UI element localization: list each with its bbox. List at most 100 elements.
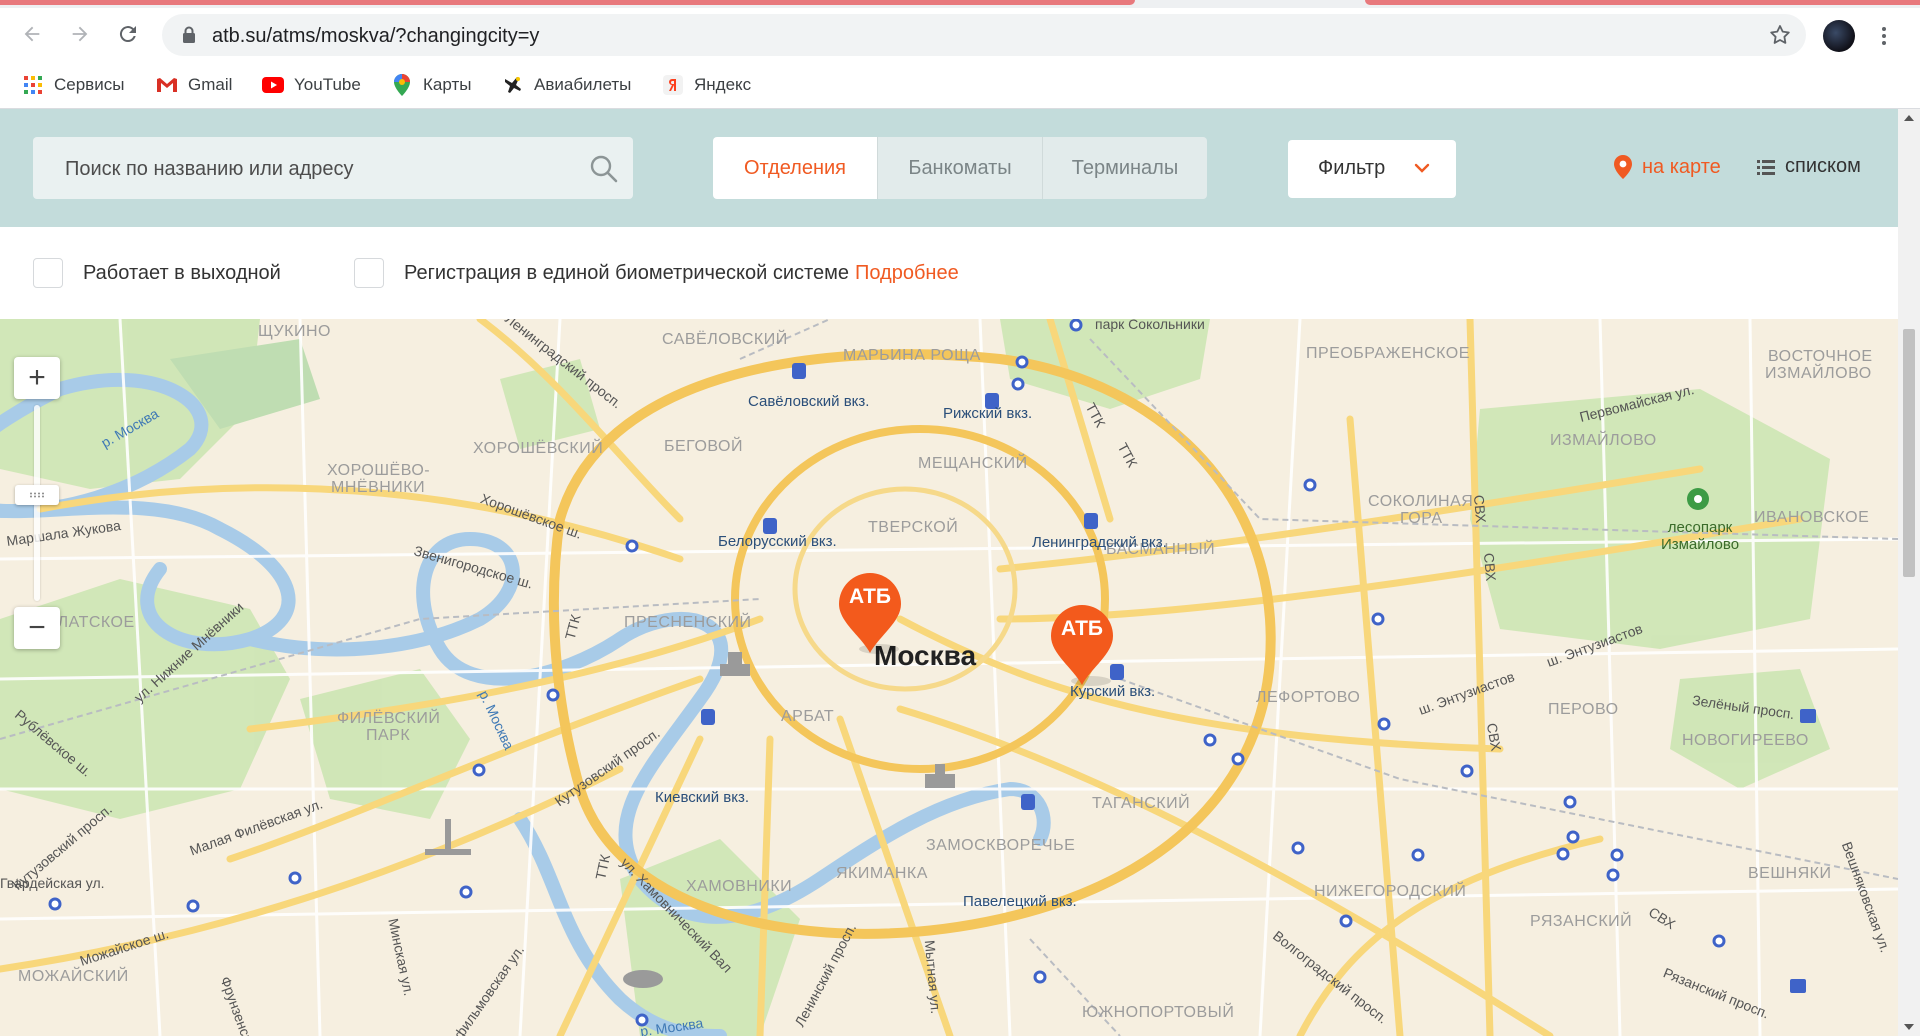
map-district-label: ПРЕОБРАЖЕНСКОЕ (1306, 345, 1470, 362)
profile-avatar[interactable] (1823, 20, 1855, 52)
bookmark-gmail[interactable]: Gmail (156, 72, 232, 98)
scrollbar-thumb[interactable] (1903, 329, 1915, 577)
apps-grid-icon (22, 74, 44, 96)
back-button[interactable] (14, 16, 50, 52)
filter-label: Фильтр (1318, 157, 1386, 179)
tab-branches[interactable]: Отделения (713, 137, 877, 199)
reload-button[interactable] (110, 16, 146, 52)
atb-branch-marker[interactable]: АТБ (1049, 603, 1115, 687)
bookmarks-bar: Сервисы Gmail YouTube Карты Авиабилеты Я… (0, 62, 1920, 109)
zoom-slider-handle[interactable] (15, 485, 59, 505)
map-marker-pin-icon (839, 573, 901, 654)
map-district-label: СОКОЛИНАЯ (1368, 493, 1474, 510)
map-district-label: ХОРОШЁВО- (327, 462, 431, 479)
view-map-label: на карте (1642, 155, 1721, 178)
search-input[interactable] (63, 137, 587, 201)
tab-terminals[interactable]: Терминалы (1042, 137, 1207, 199)
map-district-label: ЮЖНОПОРТОВЫЙ (1082, 1004, 1235, 1021)
map-station-label: Киевский вкз. (655, 789, 749, 806)
map-view[interactable]: ЩУКИНО САВЁЛОВСКИЙ МАРЬИНА РОЩА ПРЕОБРАЖ… (0, 319, 1898, 1036)
map-district-label: МАРЬИНА РОЩА (843, 347, 981, 364)
map-district-label: ЗАМОСКВОРЕЧЬЕ (926, 837, 1076, 854)
bookmark-label: Gmail (188, 75, 233, 94)
view-as-list-toggle[interactable]: списком (1757, 155, 1861, 178)
map-district-label: НИЖЕГОРОДСКИЙ (1314, 883, 1467, 900)
map-district-label: ХОРОШЁВСКИЙ (473, 440, 604, 457)
map-marker-pin-icon (1051, 605, 1113, 686)
map-street-label: СВХ (1470, 494, 1490, 524)
zoom-out-button[interactable]: − (14, 607, 60, 649)
map-district-label: САВЁЛОВСКИЙ (662, 331, 788, 348)
marker-label: АТБ (848, 585, 892, 608)
map-station-label: Белорусский вкз. (718, 533, 837, 550)
bookmark-label: YouTube (294, 75, 361, 94)
map-district-label: АРБАТ (781, 708, 835, 725)
map-station-label: Павелецкий вкз. (963, 893, 1077, 910)
map-street-label: парк Сокольники (1095, 319, 1205, 332)
tab-atms[interactable]: Банкоматы (877, 137, 1042, 199)
map-district-label: ГОРА (1400, 510, 1443, 527)
url-text: atb.su/atms/moskva/?changingcity=y (212, 25, 540, 47)
map-district-label: ПЕРОВО (1548, 701, 1619, 718)
weekend-filter: Работает в выходной (33, 258, 281, 288)
bookmark-label: Яндекс (694, 75, 752, 94)
reload-icon (119, 26, 136, 43)
bookmark-label: Сервисы (54, 75, 125, 94)
map-station-label: Рижский вкз. (943, 405, 1033, 422)
location-type-tabs: Отделения Банкоматы Терминалы (713, 137, 1207, 199)
bookmark-yandex[interactable]: Яндекс (662, 72, 751, 98)
biometric-filter: Регистрация в единой биометрической сист… (354, 258, 959, 288)
map-district-label: ИЗМАЙЛОВО (1765, 365, 1872, 382)
map-district-label: НОВОГИРЕЕВО (1682, 732, 1809, 749)
more-info-link[interactable]: Подробнее (855, 262, 959, 285)
bookmark-aviatickets[interactable]: Авиабилеты (502, 72, 631, 98)
bookmark-label: Карты (423, 75, 472, 94)
bookmark-maps[interactable]: Карты (391, 72, 471, 98)
yandex-icon (662, 74, 684, 96)
grip-icon (30, 492, 44, 498)
weekend-checkbox[interactable] (33, 258, 63, 288)
browser-menu-icon[interactable] (1872, 24, 1896, 48)
scroll-down-arrow-icon[interactable] (1904, 1024, 1914, 1030)
map-district-label: ХАМОВНИКИ (686, 878, 793, 895)
browser-tab-right[interactable] (1365, 0, 1920, 5)
scroll-up-arrow-icon[interactable] (1904, 115, 1914, 121)
map-district-label: РЯЗАНСКИЙ (1530, 913, 1633, 930)
search-box (33, 137, 633, 201)
map-district-label: ПРЕСНЕНСКИЙ (624, 614, 752, 631)
map-district-label: ФИЛЁВСКИЙ (337, 710, 441, 727)
forward-arrow-icon (72, 26, 88, 42)
maps-pin-icon (391, 74, 413, 96)
zoom-control: + − (14, 357, 60, 667)
zoom-in-button[interactable]: + (14, 357, 60, 399)
bookmark-youtube[interactable]: YouTube (262, 72, 361, 98)
search-icon[interactable] (589, 154, 619, 184)
view-on-map-toggle[interactable]: на карте (1614, 155, 1721, 179)
atb-branch-marker[interactable]: АТБ (837, 571, 903, 655)
youtube-icon (262, 74, 284, 96)
list-icon (1757, 159, 1775, 175)
view-list-label: списком (1785, 155, 1861, 177)
bookmark-services[interactable]: Сервисы (22, 72, 124, 98)
page-scrollbar[interactable] (1898, 109, 1920, 1036)
map-park-label: лесопарк Измайлово (1660, 519, 1740, 553)
biometric-checkbox[interactable] (354, 258, 384, 288)
filter-dropdown[interactable]: Фильтр (1288, 140, 1456, 198)
map-district-label: ПАРК (366, 727, 411, 744)
map-district-label: ВОСТОЧНОЕ (1768, 348, 1873, 365)
browser-toolbar: atb.su/atms/moskva/?changingcity=y (0, 8, 1920, 62)
map-district-label: МОЖАЙСКИЙ (18, 968, 129, 985)
map-station-label: Ленинградский вкз. (1032, 534, 1167, 551)
marker-label: АТБ (1060, 617, 1104, 640)
map-district-label: МЕЩАНСКИЙ (918, 455, 1028, 472)
bookmark-label: Авиабилеты (534, 75, 632, 94)
map-district-label: ЯКИМАНКА (836, 865, 928, 882)
plane-icon (502, 74, 524, 96)
lock-icon (183, 26, 195, 43)
browser-tab-left[interactable] (0, 0, 1135, 5)
address-bar[interactable]: atb.su/atms/moskva/?changingcity=y (162, 14, 1806, 56)
bookmark-star-icon[interactable] (1768, 23, 1792, 47)
map-pin-icon (1614, 155, 1632, 179)
forward-button[interactable] (62, 16, 98, 52)
map-district-label: ИЗМАЙЛОВО (1550, 432, 1657, 449)
